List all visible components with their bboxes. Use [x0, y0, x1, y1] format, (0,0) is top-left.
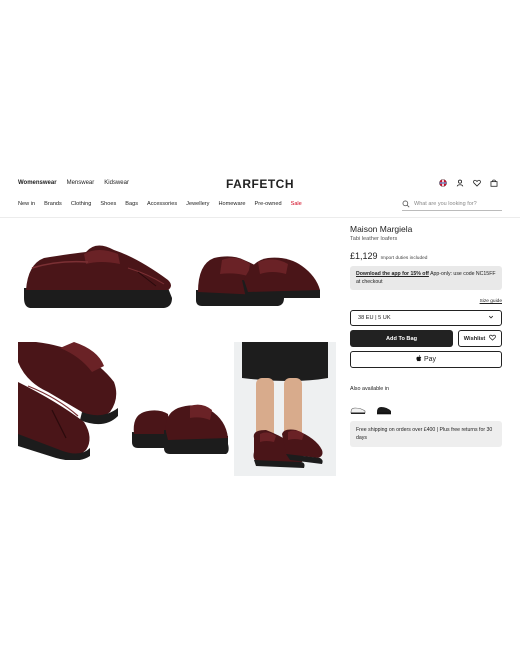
product-image-pair-front[interactable]: [192, 250, 322, 312]
product-price: £1,129: [350, 251, 378, 261]
variant-white-loafer[interactable]: [350, 402, 366, 414]
nav-pre-owned[interactable]: Pre-owned: [255, 201, 282, 207]
nav-new-in[interactable]: New in: [18, 201, 35, 207]
header-divider: [0, 217, 520, 218]
app-promo-banner: Download the app for 15% off App-only: u…: [350, 266, 502, 290]
wishlist-label: Wishlist: [463, 335, 486, 342]
promo-link[interactable]: Download the app for 15% off: [356, 271, 429, 277]
wishlist-button[interactable]: Wishlist: [458, 330, 502, 347]
nav-shoes[interactable]: Shoes: [100, 201, 116, 207]
size-guide-link[interactable]: Size guide: [350, 299, 502, 304]
search-bar[interactable]: [402, 198, 502, 211]
chevron-down-icon: [488, 314, 494, 322]
shipping-info: Free shipping on orders over £400 | Plus…: [350, 421, 502, 447]
heart-icon: [489, 334, 497, 343]
apple-pay-label: Pay: [423, 356, 437, 363]
also-available-heading: Also available in: [350, 386, 389, 392]
search-icon[interactable]: [402, 195, 410, 213]
product-image-worn[interactable]: [234, 342, 336, 476]
globe-icon[interactable]: [439, 179, 447, 187]
nav-homeware[interactable]: Homeware: [218, 201, 245, 207]
nav-bags[interactable]: Bags: [125, 201, 138, 207]
duties-note: Import duties included: [380, 256, 428, 261]
add-to-bag-button[interactable]: Add To Bag: [350, 330, 453, 347]
purchase-actions: Add To Bag Wishlist: [350, 330, 502, 347]
user-icon[interactable]: [456, 179, 464, 187]
search-input[interactable]: [414, 201, 498, 207]
size-select[interactable]: 38 EU | 5 UK: [350, 310, 502, 326]
nav-accessories[interactable]: Accessories: [147, 201, 177, 207]
nav-brands[interactable]: Brands: [44, 201, 62, 207]
nav-jewellery[interactable]: Jewellery: [186, 201, 209, 207]
category-nav: New in Brands Clothing Shoes Bags Access…: [18, 201, 302, 207]
variant-black-loafer[interactable]: [376, 402, 392, 415]
selected-size: 38 EU | 5 UK: [358, 315, 391, 321]
product-details: Maison Margiela Tabi leather loafers £1,…: [350, 224, 502, 447]
nav-sale[interactable]: Sale: [291, 201, 302, 207]
product-image-side[interactable]: [18, 228, 176, 314]
product-image-closeup[interactable]: [18, 342, 120, 460]
apple-pay-button[interactable]: Pay: [350, 351, 502, 368]
nav-clothing[interactable]: Clothing: [71, 201, 92, 207]
utility-icons: [439, 179, 498, 187]
site-header: Womenswear Menswear Kidswear FARFETCH Ne…: [0, 170, 520, 218]
bag-icon[interactable]: [490, 179, 498, 187]
variant-thumbnails: [350, 402, 502, 415]
product-brand[interactable]: Maison Margiela: [350, 224, 502, 234]
heart-icon[interactable]: [473, 179, 481, 187]
product-image-pair-back[interactable]: [130, 400, 230, 458]
apple-icon: [416, 355, 422, 364]
product-name: Tabi leather loafers: [350, 236, 398, 242]
price-row: £1,129 Import duties included: [350, 251, 502, 261]
